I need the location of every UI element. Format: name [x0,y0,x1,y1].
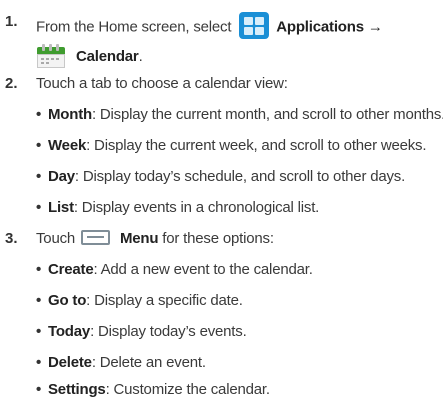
bullet-desc: : Display the current week, and scroll t… [86,137,427,154]
bullet-desc: : Display today’s schedule, and scroll t… [74,168,406,185]
step-number: 2. [5,75,18,92]
bullet-term: Create [48,261,94,278]
bullet-term: Settings [48,381,106,398]
bullet-term: Week [48,137,87,154]
applications-grid-icon [239,12,270,39]
bullet-term: Go to [48,292,87,309]
bullet-term: Delete [48,354,92,371]
bullet-desc: : Display a specific date. [86,292,243,309]
bullet-term: Today [48,323,91,340]
bullet-term: Month [48,106,92,123]
bullet-desc: : Display the current month, and scroll … [91,106,443,123]
menu-label: Menu [119,230,159,247]
step-number: 3. [5,230,18,247]
step-text: From the Home screen, select [36,18,232,36]
menu-key-icon [81,229,110,245]
bullet-desc: : Display today’s events. [90,323,247,340]
bullet-term: List [48,199,74,216]
calendar-label: Calendar [75,47,139,65]
instruction-document: 1. From the Home screen, select Applicat… [0,0,443,399]
calendar-icon [36,43,66,69]
step-text: Touch a tab to choose a calendar view: [36,75,288,92]
applications-label: Applications → [276,18,383,36]
step-text: Touch [36,230,76,247]
bullet-desc: : Customize the calendar. [105,381,270,398]
bullet-desc: : Delete an event. [91,354,206,371]
bullet-desc: : Add a new event to the calendar. [93,261,313,278]
step-number: 1. [5,13,18,30]
step-1-line-1: From the Home screen, select Application… [36,12,383,41]
bullet-term: Day [48,168,75,185]
bullet-desc: : Display events in a chronological list… [73,199,320,216]
